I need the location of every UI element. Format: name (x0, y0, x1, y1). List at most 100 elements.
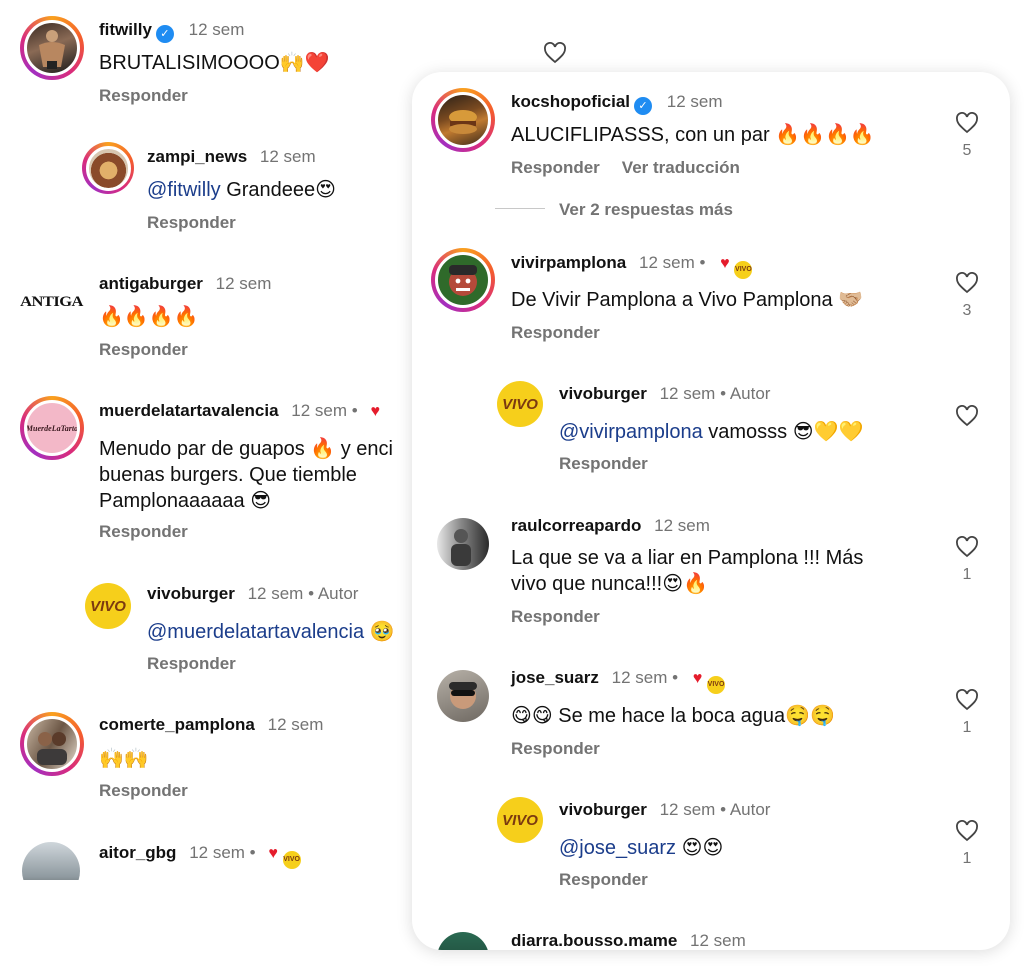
username[interactable]: antigaburger (99, 274, 203, 293)
username[interactable]: vivirpamplona (511, 253, 626, 272)
comment-text: 🥹 (364, 621, 395, 643)
username[interactable]: vivoburger (147, 584, 235, 603)
username[interactable]: jose_suarz (511, 668, 599, 687)
heart-outline-icon (956, 405, 978, 427)
like-button[interactable]: 1 (952, 820, 982, 868)
username[interactable]: raulcorreapardo (511, 516, 641, 535)
avatar-vivoburger[interactable]: VIVO (496, 380, 544, 428)
comment-text: 🙌🙌 (99, 748, 149, 770)
separator-dot: • (308, 584, 315, 603)
like-count: 3 (962, 302, 972, 319)
mention-link[interactable]: @vivirpamplona (559, 421, 703, 443)
timestamp: 12 sem (639, 253, 695, 272)
mention-link[interactable]: @muerdelatartavalencia (147, 621, 364, 643)
author-label: Autor (729, 800, 771, 819)
like-button[interactable]: 1 (952, 536, 982, 584)
username[interactable]: zampi_news (147, 147, 247, 166)
reply-button[interactable]: Responder (147, 654, 236, 673)
username[interactable]: aitor_gbg (99, 843, 176, 862)
avatar-vivirpamplona[interactable] (431, 248, 495, 312)
see-translation-button[interactable]: Ver traducción (622, 158, 740, 177)
reply-button[interactable]: Responder (559, 870, 648, 889)
reply-button[interactable]: Responder (511, 607, 600, 626)
username[interactable]: kocshopoficial (511, 92, 630, 111)
heart-outline-icon (956, 272, 978, 294)
reply-button[interactable]: Responder (99, 522, 188, 541)
timestamp: 12 sem (267, 715, 324, 734)
view-more-replies-button[interactable]: Ver 2 respuestas más (559, 200, 733, 220)
reply-button[interactable]: Responder (559, 454, 648, 473)
right-comments-pane: kocshopoficial ✓ 12 sem ALUCIFLIPASSS, co… (412, 72, 1010, 950)
username[interactable]: diarra.bousso.mame (511, 931, 677, 950)
comment-text: De Vivir Pamplona a Vivo Pamplona 🤝🏼 (511, 289, 864, 311)
separator-dot: • (720, 384, 727, 403)
separator-dot: • (351, 401, 358, 420)
like-button[interactable]: 3 (952, 272, 982, 320)
timestamp: 12 sem (666, 92, 723, 111)
avatar-vivoburger[interactable]: VIVO (84, 582, 132, 630)
vivo-logo: VIVO (497, 381, 543, 427)
username[interactable]: muerdelatartavalencia (99, 401, 279, 420)
like-button[interactable] (952, 405, 982, 427)
author-avatar-mini: VIVO (707, 675, 726, 694)
comment-text-line-2: buenas burgers. Que tiemble (99, 464, 357, 486)
comment-text-line-1: La que se va a liar en Pamplona !!! Más (511, 547, 864, 569)
separator-dot: • (699, 253, 706, 272)
reply-button[interactable]: Responder (99, 86, 188, 105)
comment-text-line-1: Menudo par de guapos 🔥 y enci (99, 438, 393, 460)
avatar-jose-suarz[interactable] (437, 670, 489, 722)
mention-link[interactable]: @fitwilly (147, 179, 221, 201)
comment-text: 🔥🔥🔥🔥 (99, 306, 199, 328)
like-count: 1 (962, 719, 972, 736)
like-count: 5 (962, 142, 972, 159)
like-button[interactable]: 5 (952, 112, 982, 160)
author-label: Autor (317, 584, 359, 603)
timestamp: 12 sem (291, 401, 348, 420)
reply-button[interactable]: Responder (99, 781, 188, 800)
avatar-aitor-gbg[interactable] (22, 842, 80, 880)
like-heart-icon[interactable] (543, 42, 567, 69)
avatar-fitwilly[interactable] (20, 16, 84, 80)
comment-text-line-3: Pamplonaaaaaa 😎 (99, 490, 272, 512)
like-button[interactable]: 1 (952, 689, 982, 737)
thread-line (495, 208, 545, 209)
heart-outline-icon (956, 820, 978, 842)
reply-button[interactable]: Responder (147, 213, 236, 232)
username[interactable]: comerte_pamplona (99, 715, 255, 734)
mention-link[interactable]: @jose_suarz (559, 837, 676, 859)
timestamp: 12 sem (659, 800, 716, 819)
avatar-diarra[interactable] (437, 932, 489, 950)
timestamp: 12 sem (611, 668, 668, 687)
comment-text: vamosss 😎💛💛 (702, 421, 864, 443)
avatar-muerdelatarta[interactable]: MuerdeLaTarta (20, 396, 84, 460)
timestamp: 12 sem (247, 584, 304, 603)
avatar-vivoburger[interactable]: VIVO (496, 796, 544, 844)
reply-button[interactable]: Responder (511, 158, 600, 177)
avatar-antigaburger[interactable]: ANTIGA (20, 270, 84, 334)
comment-text: ALUCIFLIPASSS, con un par 🔥🔥🔥🔥 (511, 124, 875, 146)
liked-by-author-heart-icon: ♥ (720, 255, 730, 272)
comment-text: 😋😋 Se me hace la boca agua🤤🤤 (511, 705, 835, 727)
avatar-comerte-pamplona[interactable] (20, 712, 84, 776)
reply-button[interactable]: Responder (511, 739, 600, 758)
muerdelatarta-logo: MuerdeLaTarta (25, 423, 79, 433)
username[interactable]: vivoburger (559, 800, 647, 819)
author-avatar-mini: VIVO (734, 260, 753, 279)
reply-button[interactable]: Responder (99, 340, 188, 359)
liked-by-author-heart-icon: ♥ (692, 670, 703, 687)
left-comments-pane: fitwilly ✓ 12 sem BRUTALISIMOOOO🙌❤️ Respo… (0, 0, 430, 880)
avatar-kocshopoficial[interactable] (431, 88, 495, 152)
liked-by-author-heart-icon: ♥ (370, 403, 380, 420)
timestamp: 12 sem (189, 843, 245, 862)
like-count: 1 (962, 566, 972, 583)
author-avatar-mini: VIVO (282, 850, 301, 869)
comment-text-line-2: vivo que nunca!!!😍🔥 (511, 573, 708, 595)
antiga-logo: ANTIGA (20, 293, 84, 310)
avatar-zampi-news[interactable] (82, 142, 134, 194)
username[interactable]: fitwilly (99, 20, 152, 39)
separator-dot: • (672, 668, 679, 687)
timestamp: 12 sem (259, 147, 316, 166)
avatar-raulcorreapardo[interactable] (437, 518, 489, 570)
reply-button[interactable]: Responder (511, 323, 600, 342)
username[interactable]: vivoburger (559, 384, 647, 403)
